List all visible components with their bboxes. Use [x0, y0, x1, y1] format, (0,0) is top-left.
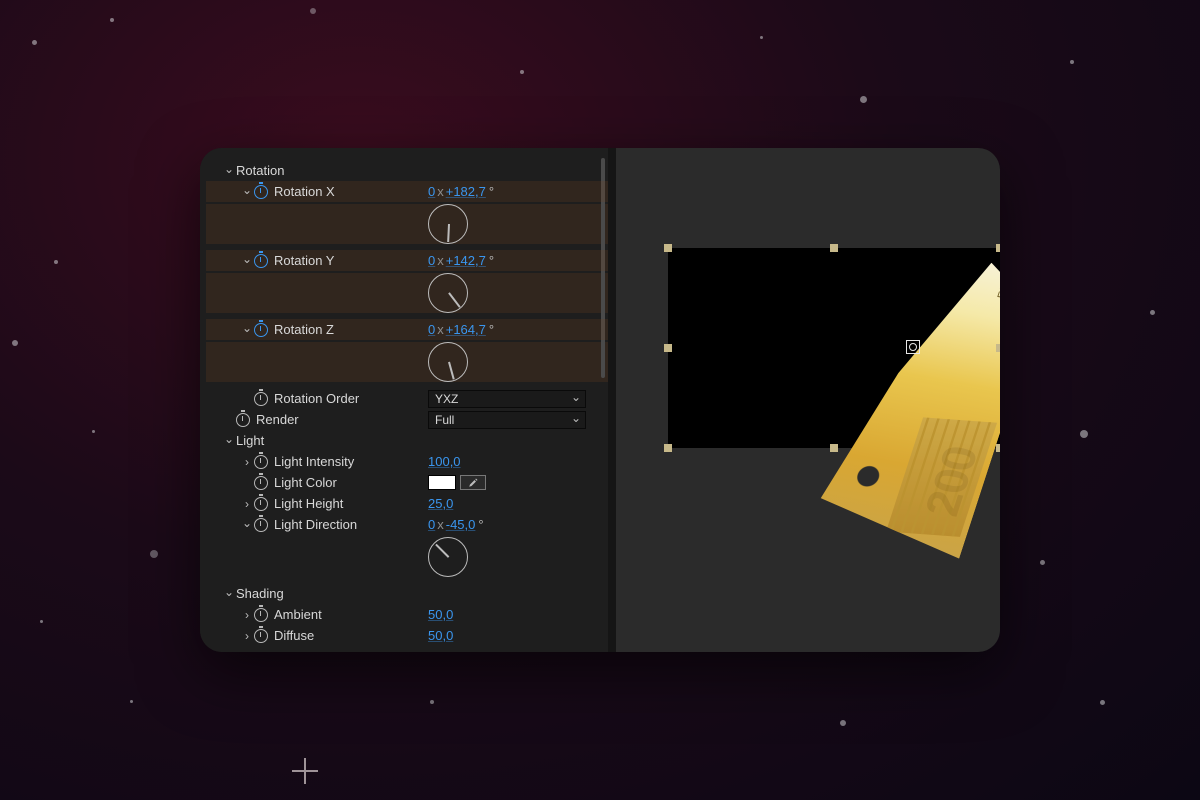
prop-value[interactable]: 100,0: [428, 454, 461, 469]
light-color-swatch[interactable]: [428, 475, 456, 490]
stopwatch-icon[interactable]: [254, 608, 268, 622]
layer-bounding-box[interactable]: EURO 200: [668, 248, 1000, 448]
stopwatch-icon[interactable]: [254, 392, 268, 406]
prop-value[interactable]: 0 x +142,7°: [428, 253, 494, 268]
prop-label: Light Color: [274, 475, 337, 490]
twisty-icon[interactable]: [224, 434, 234, 448]
denomination-label: 200: [913, 443, 989, 520]
group-shading[interactable]: Shading: [206, 583, 608, 604]
stopwatch-icon[interactable]: [254, 518, 268, 532]
prop-label: Light Intensity: [274, 454, 354, 469]
banknote-layer[interactable]: EURO 200: [800, 245, 1000, 558]
prop-label: Rotation Y: [274, 253, 334, 268]
prop-light-color: Light Color: [206, 472, 608, 493]
transform-handle[interactable]: [830, 244, 838, 252]
twisty-icon[interactable]: [242, 497, 252, 511]
rotation-z-dial[interactable]: [428, 342, 468, 382]
composition-preview[interactable]: EURO 200: [616, 148, 1000, 652]
prop-light-direction: Light Direction 0 x -45,0°: [206, 514, 608, 535]
twisty-icon[interactable]: [224, 587, 234, 601]
group-rotation[interactable]: Rotation: [206, 160, 608, 181]
rotation-x-dial[interactable]: [428, 204, 468, 244]
stopwatch-icon[interactable]: [254, 254, 268, 268]
transform-handle[interactable]: [996, 444, 1000, 452]
transform-handle[interactable]: [996, 244, 1000, 252]
group-label: Rotation: [236, 163, 284, 178]
prop-rotation-y: Rotation Y 0 x +142,7°: [206, 250, 608, 271]
twisty-icon[interactable]: [242, 518, 252, 532]
prop-value[interactable]: 0 x +164,7°: [428, 322, 494, 337]
stopwatch-icon[interactable]: [254, 323, 268, 337]
group-light[interactable]: Light: [206, 430, 608, 451]
prop-label: Rotation Z: [274, 322, 334, 337]
stopwatch-icon[interactable]: [254, 185, 268, 199]
twisty-icon[interactable]: [242, 608, 252, 622]
twisty-icon[interactable]: [224, 164, 234, 178]
group-label: Shading: [236, 586, 284, 601]
prop-label: Ambient: [274, 607, 322, 622]
prop-label: Rotation Order: [274, 391, 359, 406]
stopwatch-icon[interactable]: [254, 629, 268, 643]
prop-diffuse: Diffuse 50,0: [206, 625, 608, 646]
eyedropper-icon[interactable]: [460, 475, 486, 490]
prop-label: Render: [256, 412, 299, 427]
prop-value[interactable]: 0 x +182,7°: [428, 184, 494, 199]
transform-handle[interactable]: [664, 444, 672, 452]
render-dropdown[interactable]: Full: [428, 411, 586, 429]
transform-handle[interactable]: [996, 344, 1000, 352]
group-label: Light: [236, 433, 264, 448]
rotation-y-dial[interactable]: [428, 273, 468, 313]
stopwatch-icon[interactable]: [254, 476, 268, 490]
currency-label: EURO: [996, 264, 1000, 300]
prop-label: Rotation X: [274, 184, 335, 199]
transform-handle[interactable]: [664, 244, 672, 252]
prop-value[interactable]: 0 x -45,0°: [428, 517, 484, 532]
prop-rotation-z: Rotation Z 0 x +164,7°: [206, 319, 608, 340]
prop-label: Diffuse: [274, 628, 314, 643]
prop-light-intensity: Light Intensity 100,0: [206, 451, 608, 472]
transform-handle[interactable]: [664, 344, 672, 352]
twisty-icon[interactable]: [242, 455, 252, 469]
effect-controls-panel: Rotation Rotation X 0 x +182,7° Rotation…: [200, 148, 1000, 652]
stopwatch-icon[interactable]: [236, 413, 250, 427]
panel-divider[interactable]: [608, 148, 616, 652]
prop-ambient: Ambient 50,0: [206, 604, 608, 625]
twisty-icon[interactable]: [242, 323, 252, 337]
light-direction-dial[interactable]: [428, 537, 468, 577]
anchor-point-icon[interactable]: [906, 340, 920, 354]
prop-light-height: Light Height 25,0: [206, 493, 608, 514]
property-tree: Rotation Rotation X 0 x +182,7° Rotation…: [200, 148, 608, 652]
prop-label: Light Height: [274, 496, 343, 511]
prop-rotation-order: Rotation Order YXZ: [206, 388, 608, 409]
twisty-icon[interactable]: [242, 629, 252, 643]
twisty-icon[interactable]: [242, 254, 252, 268]
transform-handle[interactable]: [830, 444, 838, 452]
prop-label: Light Direction: [274, 517, 357, 532]
twisty-icon[interactable]: [242, 185, 252, 199]
prop-render: Render Full: [206, 409, 608, 430]
stopwatch-icon[interactable]: [254, 497, 268, 511]
rotation-order-dropdown[interactable]: YXZ: [428, 390, 586, 408]
stopwatch-icon[interactable]: [254, 455, 268, 469]
prop-value[interactable]: 25,0: [428, 496, 453, 511]
prop-value[interactable]: 50,0: [428, 628, 453, 643]
prop-rotation-x: Rotation X 0 x +182,7°: [206, 181, 608, 202]
prop-value[interactable]: 50,0: [428, 607, 453, 622]
crosshair-icon: [292, 758, 318, 784]
